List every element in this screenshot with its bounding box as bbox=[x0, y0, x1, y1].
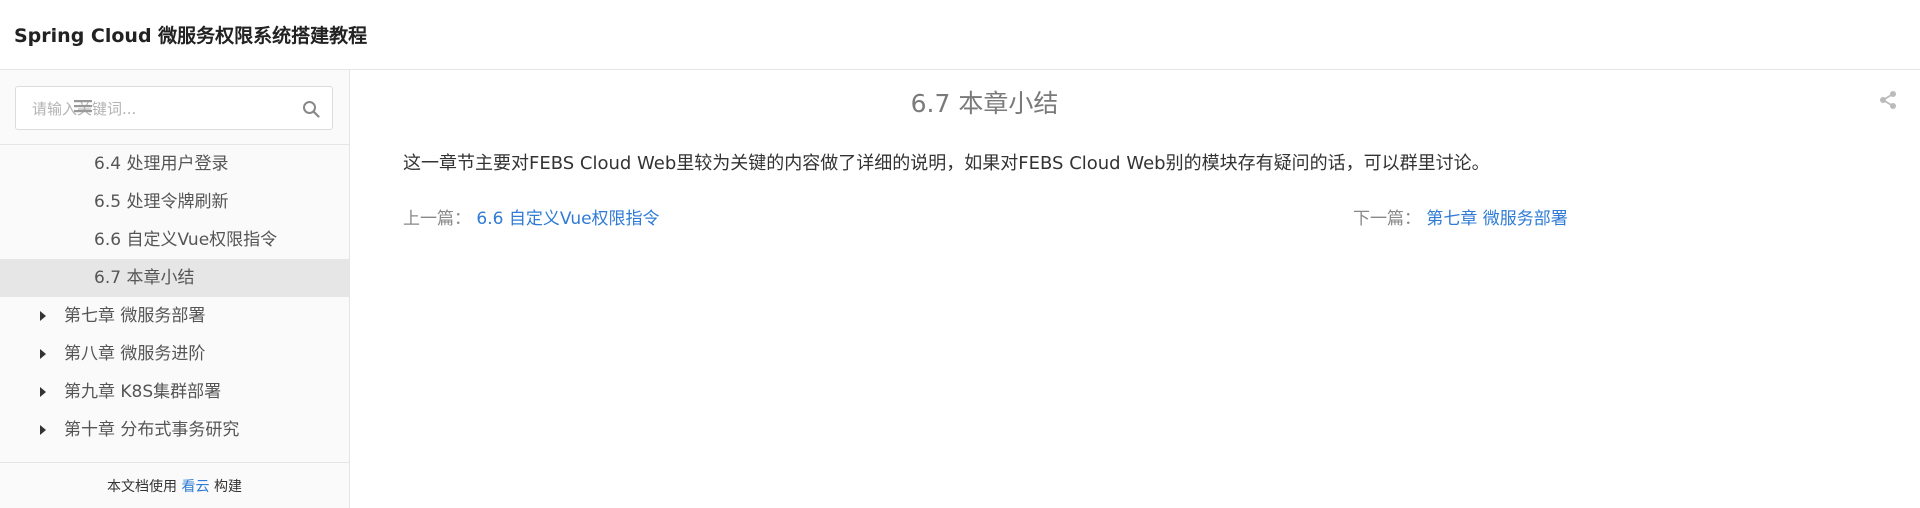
toc-item-label: 6.6 自定义Vue权限指令 bbox=[94, 230, 278, 250]
footer-suffix: 构建 bbox=[213, 479, 242, 495]
search-input[interactable] bbox=[32, 96, 282, 122]
toc-item-6-4[interactable]: 6.4 处理用户登录 bbox=[0, 145, 349, 183]
caret-right-icon[interactable] bbox=[40, 425, 46, 435]
toc-item-label: 第九章 K8S集群部署 bbox=[64, 382, 222, 402]
caret-right-icon[interactable] bbox=[40, 387, 46, 397]
toc-item-label: 第八章 微服务进阶 bbox=[64, 344, 206, 364]
search-box[interactable] bbox=[15, 86, 333, 130]
toc-chapter-9[interactable]: 第九章 K8S集群部署 bbox=[0, 373, 349, 411]
menu-icon[interactable] bbox=[74, 99, 92, 115]
caret-right-icon[interactable] bbox=[40, 311, 46, 321]
footer-prefix: 本文档使用 bbox=[107, 479, 178, 495]
share-icon[interactable] bbox=[1878, 90, 1898, 110]
sidebar-footer-divider bbox=[0, 462, 349, 463]
main-content: 6.7 本章小结 这一章节主要对FEBS Cloud Web里较为关键的内容做了… bbox=[351, 70, 1920, 508]
toc-item-6-5[interactable]: 6.5 处理令牌刷新 bbox=[0, 183, 349, 221]
toc-item-label: 6.4 处理用户登录 bbox=[94, 154, 229, 174]
page-title: 6.7 本章小结 bbox=[910, 89, 1059, 118]
toc-chapter-8[interactable]: 第八章 微服务进阶 bbox=[0, 335, 349, 373]
toc-list: 6.4 处理用户登录 6.5 处理令牌刷新 6.6 自定义Vue权限指令 6.7… bbox=[0, 145, 349, 449]
sidebar: 6.4 处理用户登录 6.5 处理令牌刷新 6.6 自定义Vue权限指令 6.7… bbox=[0, 70, 350, 508]
next-page-label: 下一篇： bbox=[1353, 209, 1421, 229]
toc-item-label: 6.5 处理令牌刷新 bbox=[94, 192, 229, 212]
footer-link-kancloud[interactable]: 看云 bbox=[182, 479, 210, 495]
sidebar-footer: 本文档使用 看云 构建 bbox=[0, 476, 349, 496]
prev-page-label: 上一篇： bbox=[403, 209, 471, 229]
toc-chapter-7[interactable]: 第七章 微服务部署 bbox=[0, 297, 349, 335]
prev-page-nav: 上一篇： 6.6 自定义Vue权限指令 bbox=[403, 204, 660, 229]
search-icon[interactable] bbox=[302, 100, 320, 118]
toc-item-label: 第十章 分布式事务研究 bbox=[64, 420, 240, 440]
caret-right-icon[interactable] bbox=[40, 349, 46, 359]
toc-item-6-7-active[interactable]: 6.7 本章小结 bbox=[0, 259, 349, 297]
toc-item-label: 6.7 本章小结 bbox=[94, 268, 195, 288]
header: Spring Cloud 微服务权限系统搭建教程 bbox=[0, 0, 1920, 70]
toc-chapter-10[interactable]: 第十章 分布式事务研究 bbox=[0, 411, 349, 449]
next-page-link[interactable]: 第七章 微服务部署 bbox=[1426, 209, 1567, 229]
toc-item-6-6[interactable]: 6.6 自定义Vue权限指令 bbox=[0, 221, 349, 259]
book-title: Spring Cloud 微服务权限系统搭建教程 bbox=[14, 25, 368, 47]
next-page-nav: 下一篇： 第七章 微服务部署 bbox=[1353, 204, 1568, 229]
article-paragraph: 这一章节主要对FEBS Cloud Web里较为关键的内容做了详细的说明，如果对… bbox=[403, 153, 1490, 174]
toc-item-label: 第七章 微服务部署 bbox=[64, 306, 206, 326]
prev-page-link[interactable]: 6.6 自定义Vue权限指令 bbox=[476, 209, 659, 229]
